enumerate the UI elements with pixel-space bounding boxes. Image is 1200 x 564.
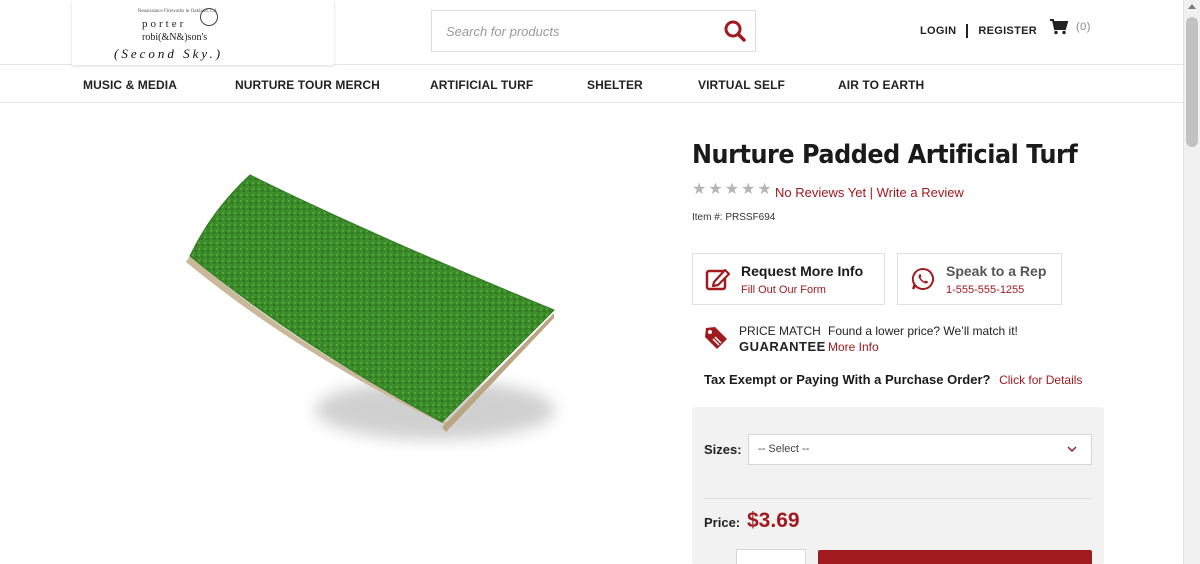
star-icon: ★ [708,181,723,198]
logo-line-porter: porter [142,18,187,30]
page-scrollbar[interactable] [1183,0,1200,564]
product-title: Nurture Padded Artificial Turf [692,140,1078,170]
main-nav: MUSIC & MEDIA NURTURE TOUR MERCH ARTIFIC… [0,65,1183,103]
nav-item-virtual-self[interactable]: VIRTUAL SELF [698,78,785,92]
tax-exempt-row: Tax Exempt or Paying With a Purchase Ord… [704,372,1082,387]
request-info-sub[interactable]: Fill Out Our Form [741,284,826,296]
price-match-line1: PRICE MATCH [739,324,821,338]
star-icon: ★ [741,181,756,198]
search-icon [724,20,746,42]
speak-rep-title: Speak to a Rep [946,263,1047,279]
star-icon: ★ [724,181,740,198]
nav-item-music-media[interactable]: MUSIC & MEDIA [83,78,177,92]
search-button[interactable] [723,19,747,43]
price-match-label: PRICE MATCH GUARANTEE [739,323,826,355]
tax-exempt-text: Tax Exempt or Paying With a Purchase Ord… [704,372,991,387]
star-icon: ★ [692,181,707,198]
purchase-panel: Sizes: -- Select -- Price: $3.69 [692,407,1104,564]
quantity-input[interactable] [736,549,806,564]
nav-item-air-to-earth[interactable]: AIR TO EARTH [838,78,924,92]
star-icon: ★ [757,181,772,198]
cart-icon [1050,19,1068,35]
product-image[interactable] [180,170,570,470]
price-label: Price: [704,515,741,530]
reviews-link[interactable]: No Reviews Yet | Write a Review [775,185,964,200]
panel-divider [704,498,1092,499]
nav-item-nurture-tour-merch[interactable]: NURTURE TOUR MERCH [235,78,380,92]
site-header: Renaissance Fireworks in Oakland, CA por… [0,0,1183,65]
cart-count: (0) [1076,21,1091,33]
logo-line-second-sky: (Second Sky.) [114,46,224,61]
login-link[interactable]: LOGIN [920,25,956,37]
sizes-select[interactable]: -- Select -- [748,434,1092,465]
nav-item-artificial-turf[interactable]: ARTIFICIAL TURF [430,78,533,92]
add-to-cart-button[interactable] [818,550,1092,564]
scroll-up-arrow-icon[interactable] [1188,4,1196,9]
rating-stars[interactable]: ★ ★ ★ ★ ★ [692,182,772,198]
request-info-title: Request More Info [741,263,864,279]
price-match-line2: GUARANTEE [739,339,826,354]
search-box [431,10,756,52]
sizes-selected-value: -- Select -- [758,443,810,455]
price-match-description: Found a lower price? We’ll match it! [828,324,1018,338]
rep-phone-number[interactable]: 1-555-555-1255 [946,284,1024,296]
scrollbar-thumb[interactable] [1186,17,1198,147]
price-match-text: Found a lower price? We’ll match it! Mor… [828,323,1018,355]
tax-details-link[interactable]: Click for Details [999,373,1082,387]
logo-tagline: Renaissance Fireworks in Oakland, CA [138,9,218,14]
register-link[interactable]: REGISTER [978,25,1037,37]
whatsapp-phone-icon [911,267,934,290]
item-number: Item #: PRSSF694 [692,212,776,223]
turf-illustration [186,174,555,440]
price-value: $3.69 [747,509,800,532]
site-logo[interactable]: Renaissance Fireworks in Oakland, CA por… [72,0,334,65]
price-match-more-info-link[interactable]: More Info [828,339,1018,355]
nav-item-shelter[interactable]: SHELTER [587,78,643,92]
logo-line-robinson: robi(&N&)son's [142,32,208,43]
speak-rep-card[interactable]: Speak to a Rep 1-555-555-1255 [897,253,1062,305]
edit-form-icon [705,268,731,291]
chevron-down-icon [1067,446,1077,453]
search-input[interactable] [432,11,712,51]
sizes-label: Sizes: [704,442,742,457]
request-info-card[interactable]: Request More Info Fill Out Our Form [692,253,885,305]
account-links: LOGIN REGISTER [920,24,1037,38]
cart-button[interactable]: (0) [1050,19,1091,35]
price-tag-icon [705,327,727,349]
link-divider [966,24,969,38]
